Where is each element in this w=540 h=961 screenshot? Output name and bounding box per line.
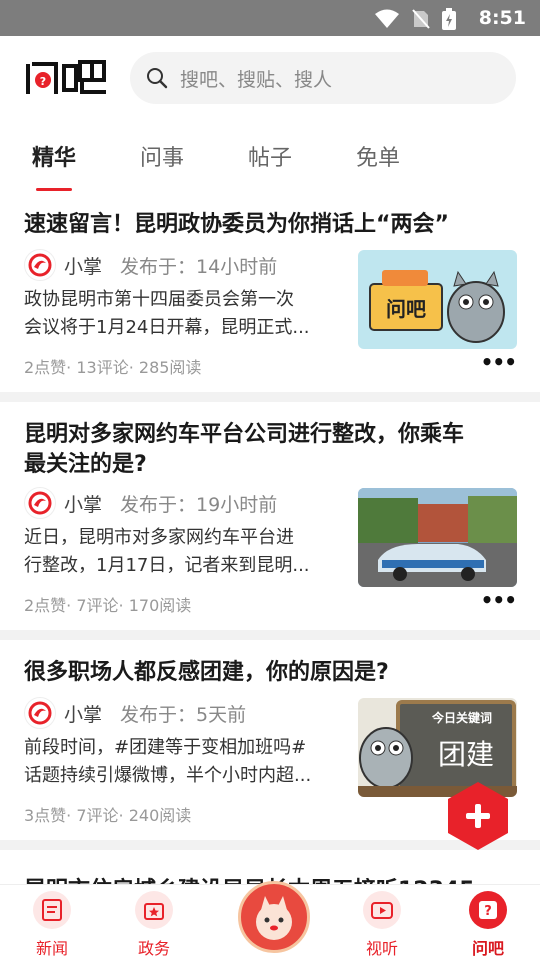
nav-video[interactable]: 视听 bbox=[342, 891, 422, 959]
article-summary: 近日，昆明市对多家网约车平台进 行整改，1月17日，记者来到昆明... bbox=[24, 524, 336, 580]
article-thumbnail[interactable]: 问吧 bbox=[358, 250, 517, 349]
government-icon bbox=[135, 891, 173, 929]
nav-label: 新闻 bbox=[35, 939, 68, 958]
nav-label: 政务 bbox=[137, 939, 170, 958]
nav-wenba[interactable]: ? 问吧 bbox=[448, 891, 528, 959]
tab-wenshi[interactable]: 问事 bbox=[140, 140, 184, 172]
article-stats: 2点赞· 13评论· 285阅读 bbox=[24, 358, 202, 377]
article-summary: 前段时间，#团建等于变相加班吗# 话题持续引爆微博，半个小时内超... bbox=[24, 734, 336, 790]
author-row: 小掌 发布于：5天前 bbox=[24, 697, 247, 729]
article-title[interactable]: 速速留言！昆明政协委员为你捎话上“两会” bbox=[24, 210, 520, 240]
publish-time: 发布于：14小时前 bbox=[120, 255, 278, 278]
tab-active-indicator bbox=[36, 188, 72, 191]
thumb-badge: 今日关键词 bbox=[431, 710, 492, 725]
mascot-icon bbox=[256, 896, 292, 940]
search-icon bbox=[147, 68, 168, 89]
article-title-line: 昆明对多家网约车平台公司进行整改，你乘车 bbox=[24, 422, 465, 447]
battery-icon bbox=[442, 8, 456, 30]
publish-time: 发布于：19小时前 bbox=[120, 493, 278, 516]
card-divider bbox=[0, 392, 540, 402]
card-divider bbox=[0, 630, 540, 640]
article-thumbnail[interactable] bbox=[358, 488, 517, 587]
more-options-icon[interactable]: ••• bbox=[481, 588, 517, 612]
summary-line: 话题持续引爆微博，半个小时内超... bbox=[24, 765, 312, 786]
wenba-logo: ? bbox=[26, 60, 106, 94]
article-title[interactable]: 昆明对多家网约车平台公司进行整改，你乘车 最关注的是? bbox=[24, 420, 520, 480]
summary-line: 行整改，1月17日，记者来到昆明... bbox=[24, 555, 310, 576]
summary-line: 会议将于1月24日开幕，昆明正式... bbox=[24, 317, 310, 338]
mascot-center-button[interactable] bbox=[238, 881, 310, 953]
summary-line: 近日，昆明市对多家网约车平台进 bbox=[24, 527, 294, 548]
clock: 8:51 bbox=[478, 7, 526, 29]
avatar[interactable] bbox=[24, 697, 56, 729]
summary-line: 政协昆明市第十四届委员会第一次 bbox=[24, 289, 294, 310]
taxi-street-photo bbox=[358, 488, 517, 587]
status-icons bbox=[374, 8, 456, 30]
author-name[interactable]: 小掌 bbox=[64, 252, 102, 279]
tab-jinghua[interactable]: 精华 bbox=[32, 140, 76, 172]
bottom-navigation: 新闻 政务 视听 ? 问吧 bbox=[0, 881, 540, 961]
wenba-icon: ? bbox=[469, 891, 507, 929]
summary-line: 前段时间，#团建等于变相加班吗# bbox=[24, 737, 307, 758]
nav-government[interactable]: 政务 bbox=[114, 891, 194, 959]
article-stats: 2点赞· 7评论· 170阅读 bbox=[24, 596, 192, 615]
app-header: ? 搜吧、搜贴、搜人 bbox=[0, 36, 540, 120]
author-row: 小掌 发布于：14小时前 bbox=[24, 249, 278, 281]
avatar[interactable] bbox=[24, 487, 56, 519]
wifi-icon bbox=[375, 9, 399, 28]
article-summary: 政协昆明市第十四届委员会第一次 会议将于1月24日开幕，昆明正式... bbox=[24, 286, 336, 342]
author-name[interactable]: 小掌 bbox=[64, 700, 102, 727]
thumb-caption: 团建 bbox=[438, 738, 494, 771]
nav-label: 视听 bbox=[365, 939, 398, 958]
video-icon bbox=[363, 891, 401, 929]
article-stats: 3点赞· 7评论· 240阅读 bbox=[24, 806, 192, 825]
author-logo-icon bbox=[28, 253, 52, 277]
thumb-caption: 问吧 bbox=[386, 297, 426, 321]
avatar[interactable] bbox=[24, 249, 56, 281]
nav-news[interactable]: 新闻 bbox=[12, 891, 92, 959]
author-name[interactable]: 小掌 bbox=[64, 490, 102, 517]
status-bar: 8:51 bbox=[0, 0, 540, 36]
publish-time: 发布于：5天前 bbox=[120, 703, 247, 726]
author-row: 小掌 发布于：19小时前 bbox=[24, 487, 278, 519]
tab-tiezi[interactable]: 帖子 bbox=[248, 140, 292, 172]
svg-text:?: ? bbox=[40, 75, 46, 88]
search-placeholder: 搜吧、搜贴、搜人 bbox=[180, 69, 333, 91]
wenba-mascot-image: 问吧 bbox=[369, 270, 505, 343]
svg-text:?: ? bbox=[484, 904, 492, 919]
article-title[interactable]: 很多职场人都反感团建，你的原因是? bbox=[24, 658, 520, 688]
tab-miandan[interactable]: 免单 bbox=[356, 140, 400, 172]
article-card[interactable]: 速速留言！昆明政协委员为你捎话上“两会” 小掌 发布于：14小时前 政协昆明市第… bbox=[0, 196, 540, 392]
category-tabs: 精华 问事 帖子 免单 bbox=[0, 120, 540, 192]
article-card[interactable]: 昆明对多家网约车平台公司进行整改，你乘车 最关注的是? 小掌 发布于：19小时前… bbox=[0, 402, 540, 630]
post-fab-button[interactable] bbox=[442, 780, 514, 852]
no-sim-icon bbox=[412, 9, 430, 29]
search-input[interactable]: 搜吧、搜贴、搜人 bbox=[130, 52, 516, 104]
article-title-line: 最关注的是? bbox=[24, 452, 147, 477]
more-options-icon[interactable]: ••• bbox=[481, 350, 517, 374]
author-logo-icon bbox=[28, 701, 52, 725]
news-icon bbox=[33, 891, 71, 929]
author-logo-icon bbox=[28, 491, 52, 515]
nav-label: 问吧 bbox=[471, 939, 504, 958]
